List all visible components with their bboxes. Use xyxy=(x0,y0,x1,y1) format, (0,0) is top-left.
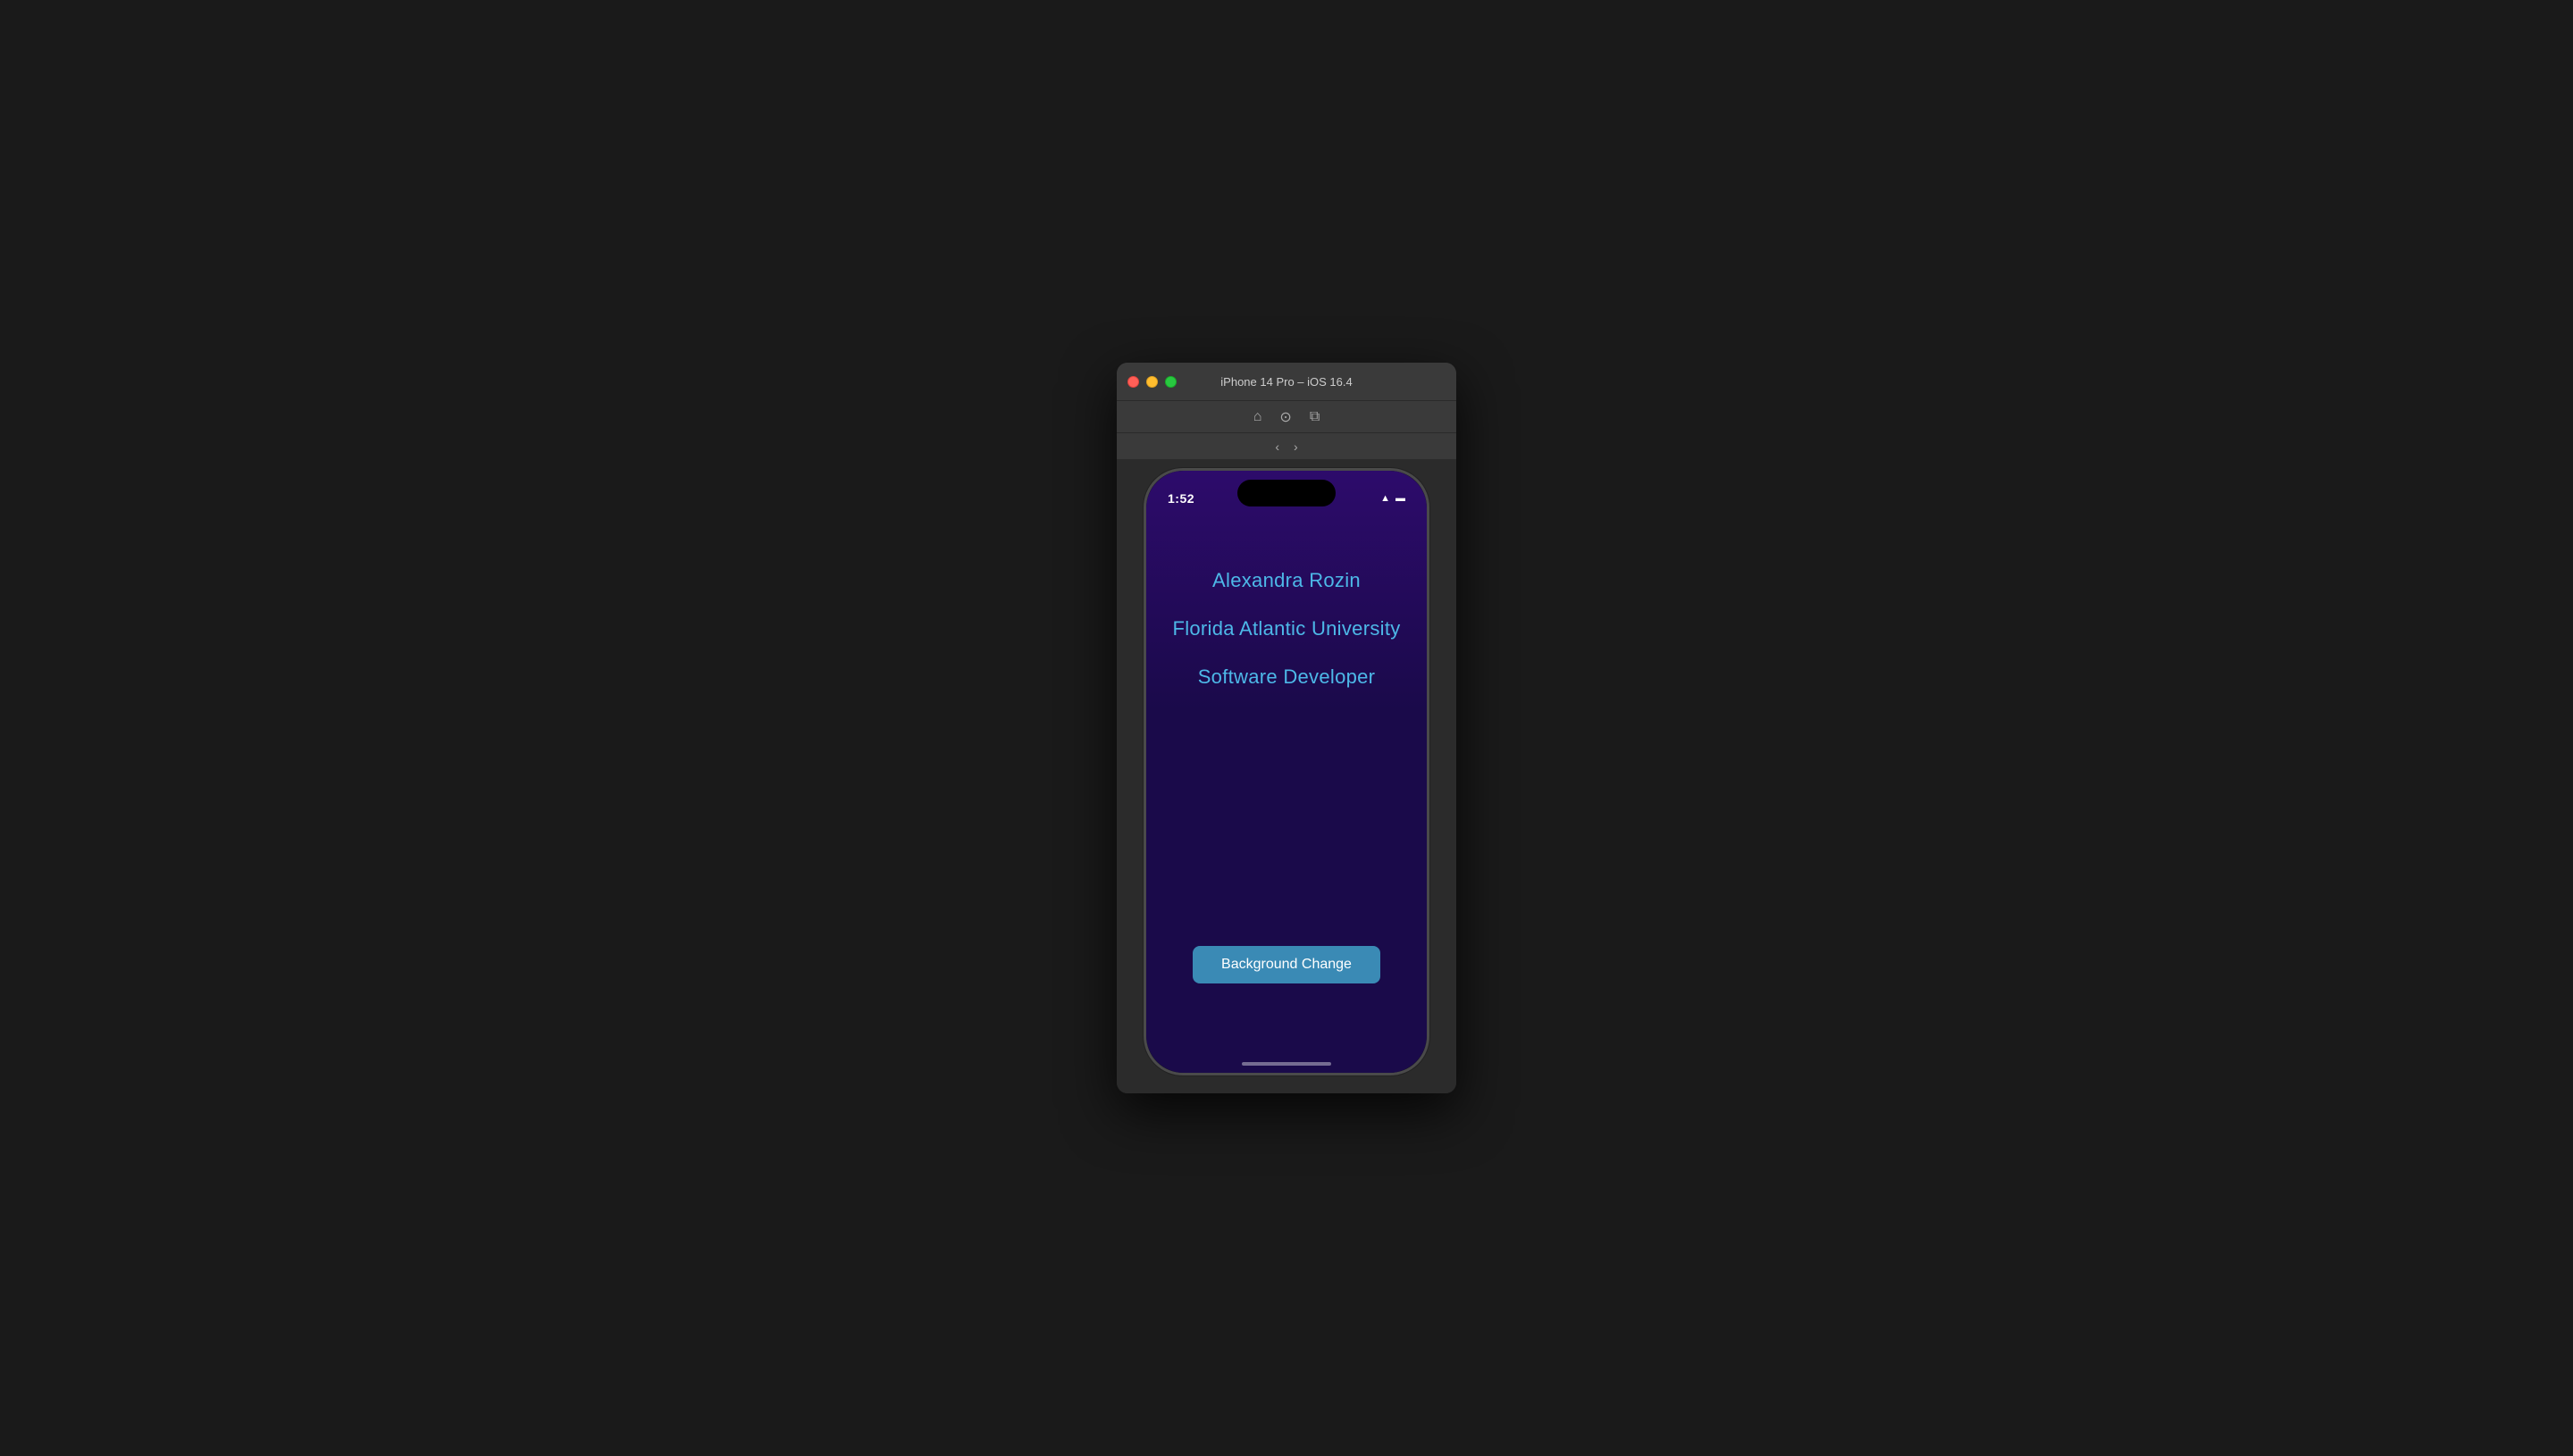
button-section: Background Change xyxy=(1164,946,1409,983)
traffic-lights xyxy=(1127,376,1177,388)
forward-icon[interactable]: › xyxy=(1294,439,1298,454)
status-icons: ▲ ▬ xyxy=(1380,493,1405,504)
home-icon[interactable]: ⌂ xyxy=(1253,409,1262,425)
role-label: Software Developer xyxy=(1198,665,1376,689)
mute-button xyxy=(1144,547,1145,570)
app-content: Alexandra Rozin Florida Atlantic Univers… xyxy=(1146,515,1427,1073)
window-title: iPhone 14 Pro – iOS 16.4 xyxy=(1220,375,1352,389)
screenshot-icon[interactable]: ⊙ xyxy=(1279,408,1291,426)
home-indicator xyxy=(1242,1062,1331,1066)
university-label: Florida Atlantic University xyxy=(1172,617,1400,640)
dynamic-island xyxy=(1237,480,1336,506)
phone-container: 1:52 ▲ ▬ Alexandra Rozin Florida Atlanti… xyxy=(1117,459,1456,1093)
wifi-icon: ▲ xyxy=(1380,493,1390,504)
title-bar: iPhone 14 Pro – iOS 16.4 xyxy=(1117,363,1456,400)
volume-down-button xyxy=(1144,618,1145,647)
status-time: 1:52 xyxy=(1168,491,1194,506)
close-button[interactable] xyxy=(1127,376,1139,388)
status-bar: 1:52 ▲ ▬ xyxy=(1146,471,1427,515)
nav-bar: ‹ › xyxy=(1117,432,1456,459)
toolbar: ⌂ ⊙ ⧉ xyxy=(1117,400,1456,432)
phone-frame: 1:52 ▲ ▬ Alexandra Rozin Florida Atlanti… xyxy=(1144,468,1429,1075)
power-button xyxy=(1428,578,1429,632)
back-icon[interactable]: ‹ xyxy=(1275,439,1279,454)
minimize-button[interactable] xyxy=(1146,376,1158,388)
background-change-button[interactable]: Background Change xyxy=(1193,946,1380,983)
volume-up-button xyxy=(1144,578,1145,607)
maximize-button[interactable] xyxy=(1165,376,1177,388)
text-section: Alexandra Rozin Florida Atlantic Univers… xyxy=(1164,569,1409,689)
battery-icon: ▬ xyxy=(1395,493,1405,504)
name-label: Alexandra Rozin xyxy=(1212,569,1361,592)
rotate-icon[interactable]: ⧉ xyxy=(1310,409,1320,425)
phone-screen: 1:52 ▲ ▬ Alexandra Rozin Florida Atlanti… xyxy=(1146,471,1427,1073)
simulator-window: iPhone 14 Pro – iOS 16.4 ⌂ ⊙ ⧉ ‹ › 1:52 xyxy=(1117,363,1456,1093)
